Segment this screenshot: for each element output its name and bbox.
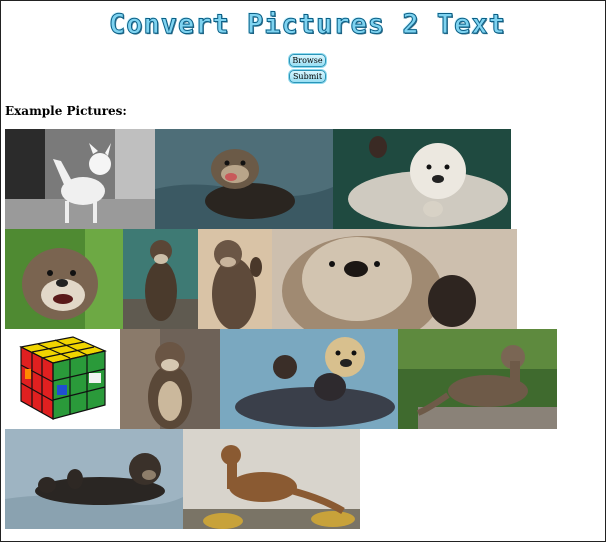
example-photo-otter-on-rock[interactable] (398, 329, 557, 429)
example-photo-chihuahua[interactable] (5, 129, 155, 229)
example-photo-white-otter[interactable] (333, 129, 511, 229)
example-photo-otter-closeup[interactable] (272, 229, 517, 329)
example-photo-otter-upright[interactable] (120, 329, 220, 429)
site-logo: Convert Pictures 2 Text (109, 9, 506, 41)
browse-button[interactable]: Browse (289, 54, 326, 67)
example-photo-otter-shore[interactable] (183, 429, 360, 529)
example-photo-otter-smiling[interactable] (5, 229, 123, 329)
example-photo-otter-swimming[interactable] (155, 129, 333, 229)
example-pictures-heading: Example Pictures: (5, 104, 127, 118)
example-photo-rubiks-cube[interactable] (5, 329, 120, 429)
example-photo-otter-back-float[interactable] (5, 429, 183, 529)
submit-button[interactable]: Submit (289, 70, 326, 83)
example-photo-otter-floating[interactable] (220, 329, 398, 429)
example-photo-otter-paws[interactable] (198, 229, 272, 329)
example-photo-otter-standing[interactable] (123, 229, 198, 329)
